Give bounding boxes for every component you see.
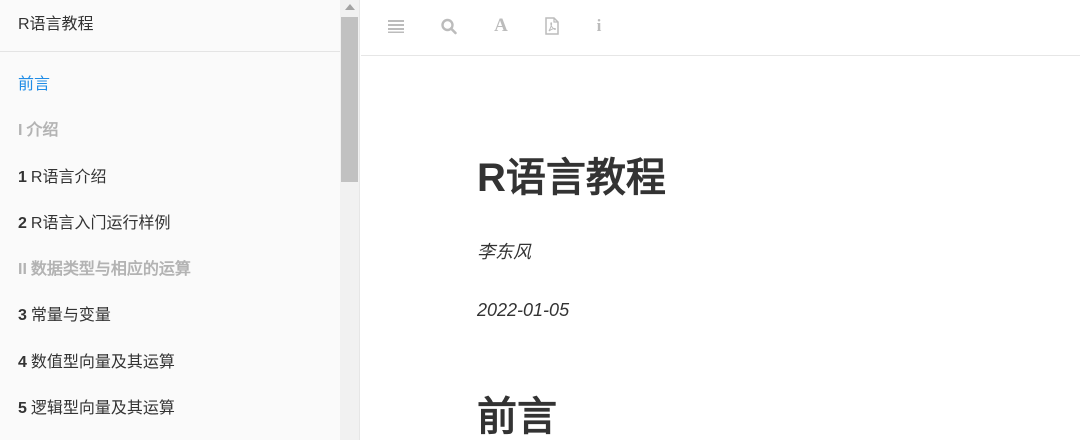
font-settings-icon[interactable]: A [491, 16, 511, 36]
sidebar-content: R语言教程 前言 I 介绍 1 R语言介绍 2 R语言入门运行样例 II 数据类型与相应… [0, 0, 340, 440]
toc-item-preface[interactable]: 前言 [0, 62, 340, 108]
publish-date: 2022-01-05 [477, 300, 570, 320]
menu-icon[interactable] [387, 16, 407, 36]
toc-item-label: 数值型向量及其运算 [30, 353, 175, 371]
info-icon[interactable]: i [589, 16, 609, 36]
toc-item-chapter-2[interactable]: 2 R语言入门运行样例 [0, 201, 340, 247]
search-icon[interactable] [440, 16, 460, 36]
book-title[interactable]: R语言教程 [0, 0, 340, 52]
scroll-up-arrow-icon[interactable] [345, 4, 355, 10]
toc-chapter-number: 1 [18, 168, 27, 186]
sidebar: R语言教程 前言 I 介绍 1 R语言介绍 2 R语言入门运行样例 II 数据类型与相应… [0, 0, 360, 440]
toc-chapter-number: 4 [18, 353, 27, 371]
author-name: 李东风 [477, 242, 531, 262]
pdf-icon[interactable] [543, 16, 563, 36]
toc-list: 前言 I 介绍 1 R语言介绍 2 R语言入门运行样例 II 数据类型与相应的运算 3常… [0, 52, 340, 432]
toc-item-chapter-5[interactable]: 5 逻辑型向量及其运算 [0, 386, 340, 432]
page-title: R语言教程 [477, 156, 666, 200]
toc-chapter-number: 3 [18, 307, 27, 325]
toc-part-label: 数据类型与相应的运算 [30, 261, 191, 279]
toc-item-label: R语言介绍 [30, 168, 107, 186]
main-panel: A i R语言教程 李东风 2022-01-05 前言 [361, 0, 1080, 440]
toc-chapter-number: 5 [18, 400, 27, 418]
toc-item-chapter-4[interactable]: 4 数值型向量及其运算 [0, 340, 340, 386]
toc-item-label: 前言 [18, 76, 51, 93]
toc-item-label: 常量与变量 [30, 307, 111, 325]
toolbar: A i [361, 0, 1080, 56]
toc-part-number: II [18, 261, 27, 279]
toc-item-label: R语言入门运行样例 [30, 214, 171, 232]
section-heading-preface: 前言 [477, 395, 557, 439]
toc-part-1: I 介绍 [0, 108, 340, 154]
toc-chapter-number: 2 [18, 214, 27, 232]
scrollbar-thumb[interactable] [341, 17, 358, 182]
toc-item-label: 逻辑型向量及其运算 [30, 400, 175, 418]
toc-part-label: 介绍 [26, 122, 59, 140]
toc-item-chapter-3[interactable]: 3 常量与变量 [0, 293, 340, 339]
toc-part-number: I [18, 122, 23, 140]
sidebar-scrollbar[interactable] [340, 0, 359, 440]
toc-part-2: II 数据类型与相应的运算 [0, 247, 340, 293]
toc-item-chapter-1[interactable]: 1 R语言介绍 [0, 155, 340, 201]
